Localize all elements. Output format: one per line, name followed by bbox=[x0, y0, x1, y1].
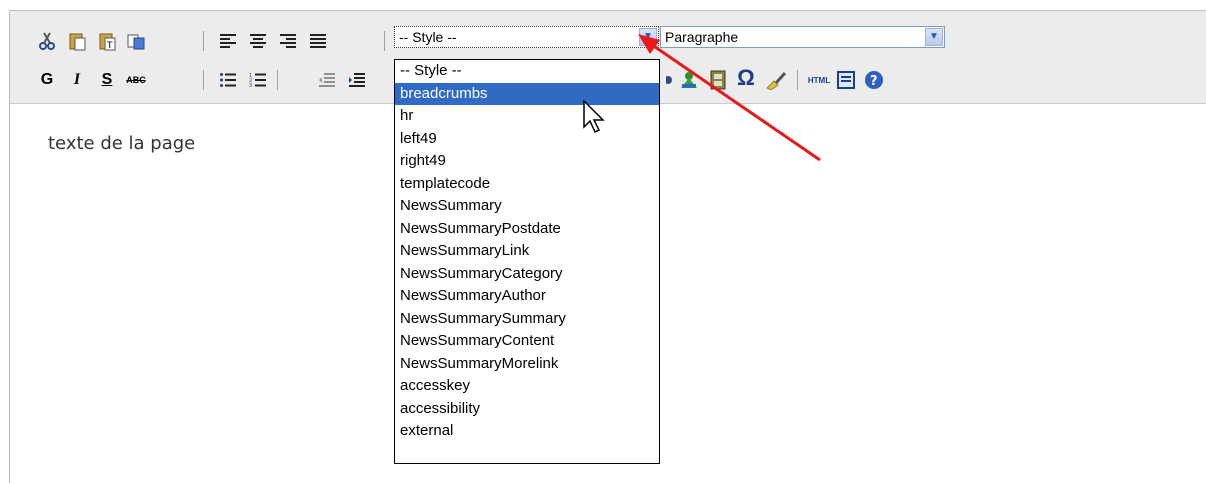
indent-icon[interactable] bbox=[346, 69, 368, 91]
paste-icon[interactable] bbox=[66, 30, 88, 52]
paste-word-icon[interactable] bbox=[125, 30, 147, 52]
svg-text:?: ? bbox=[870, 74, 878, 89]
toolbar-separator bbox=[277, 70, 278, 90]
dropdown-option[interactable]: NewsSummaryContent bbox=[395, 330, 659, 353]
mouse-cursor-icon bbox=[583, 99, 605, 134]
annotation-arrow-icon bbox=[638, 34, 821, 162]
dropdown-option[interactable]: accessibility bbox=[395, 398, 659, 421]
dropdown-option[interactable]: NewsSummarySummary bbox=[395, 308, 659, 331]
svg-text:T: T bbox=[106, 41, 113, 51]
svg-text:3: 3 bbox=[249, 83, 252, 88]
paste-text-icon[interactable]: T bbox=[96, 30, 118, 52]
underline-button[interactable]: S bbox=[96, 69, 118, 91]
dropdown-option[interactable]: templatecode bbox=[395, 173, 659, 196]
numbered-list-icon[interactable]: 123 bbox=[247, 69, 269, 91]
dropdown-option[interactable]: NewsSummaryPostdate bbox=[395, 218, 659, 241]
italic-button[interactable]: I bbox=[66, 69, 88, 91]
dropdown-option[interactable]: external bbox=[395, 420, 659, 443]
toolbar-separator bbox=[384, 31, 385, 51]
bullet-list-icon[interactable] bbox=[217, 69, 239, 91]
dropdown-option[interactable]: NewsSummaryMorelink bbox=[395, 353, 659, 376]
toolbar-separator bbox=[203, 31, 204, 51]
dropdown-option[interactable]: accesskey bbox=[395, 375, 659, 398]
editor-content[interactable]: texte de la page bbox=[48, 133, 195, 154]
bold-button[interactable]: G bbox=[36, 69, 58, 91]
align-center-icon[interactable] bbox=[247, 30, 269, 52]
outdent-icon[interactable] bbox=[316, 69, 338, 91]
align-justify-icon[interactable] bbox=[307, 30, 329, 52]
toolbar-separator bbox=[203, 70, 204, 90]
dropdown-option[interactable]: NewsSummaryCategory bbox=[395, 263, 659, 286]
dropdown-option[interactable]: NewsSummaryAuthor bbox=[395, 285, 659, 308]
strikethrough-button[interactable]: ABC bbox=[125, 69, 147, 91]
dropdown-option[interactable]: NewsSummary bbox=[395, 195, 659, 218]
cut-icon[interactable] bbox=[36, 30, 58, 52]
style-select-value: -- Style -- bbox=[399, 29, 457, 45]
chevron-down-icon[interactable]: ▼ bbox=[925, 28, 943, 46]
align-left-icon[interactable] bbox=[217, 30, 239, 52]
help-icon[interactable]: ? bbox=[863, 69, 885, 91]
dropdown-option[interactable]: NewsSummaryLink bbox=[395, 240, 659, 263]
align-right-icon[interactable] bbox=[277, 30, 299, 52]
